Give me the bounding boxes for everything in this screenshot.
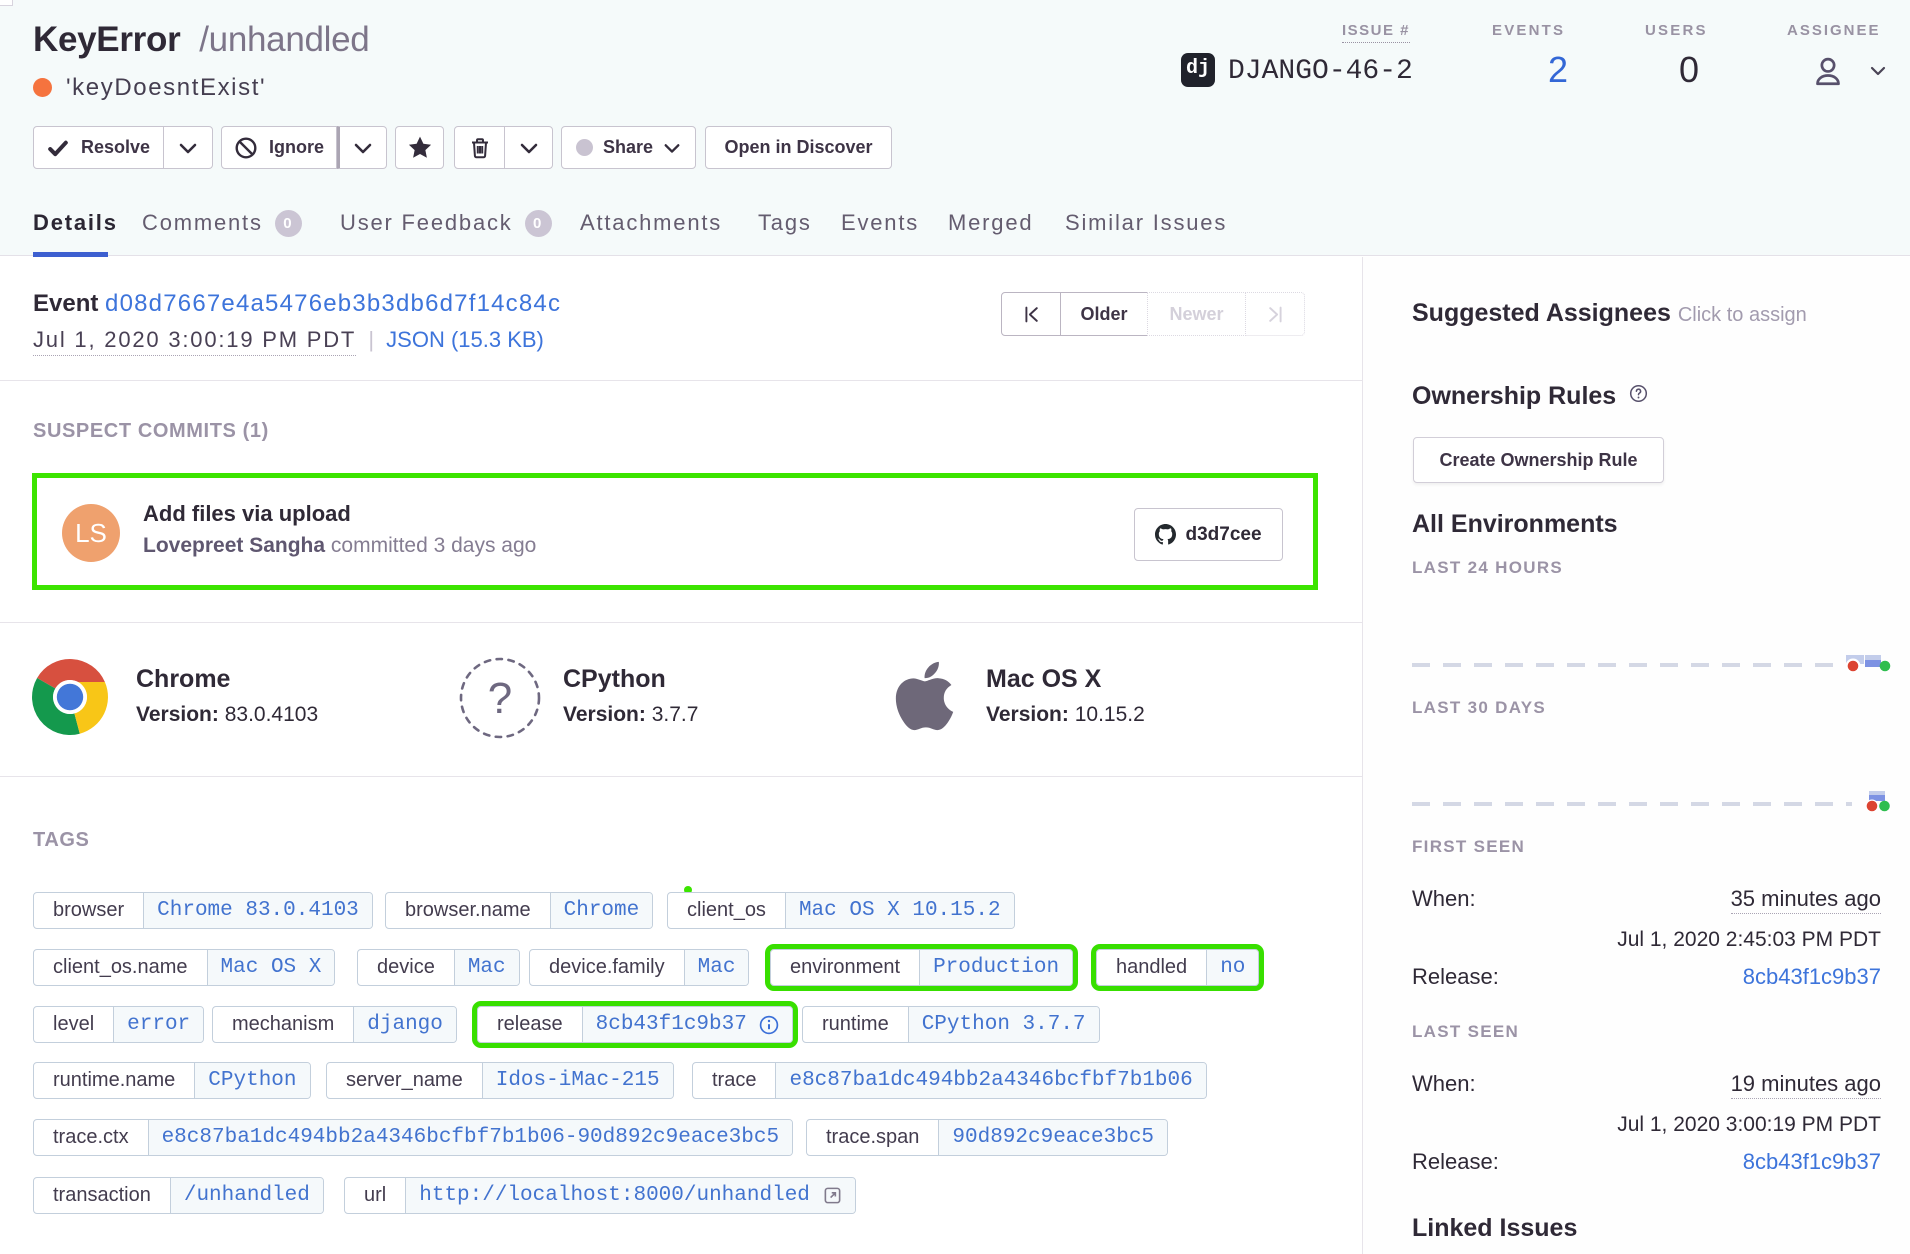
svg-text:?: ? xyxy=(488,674,512,723)
